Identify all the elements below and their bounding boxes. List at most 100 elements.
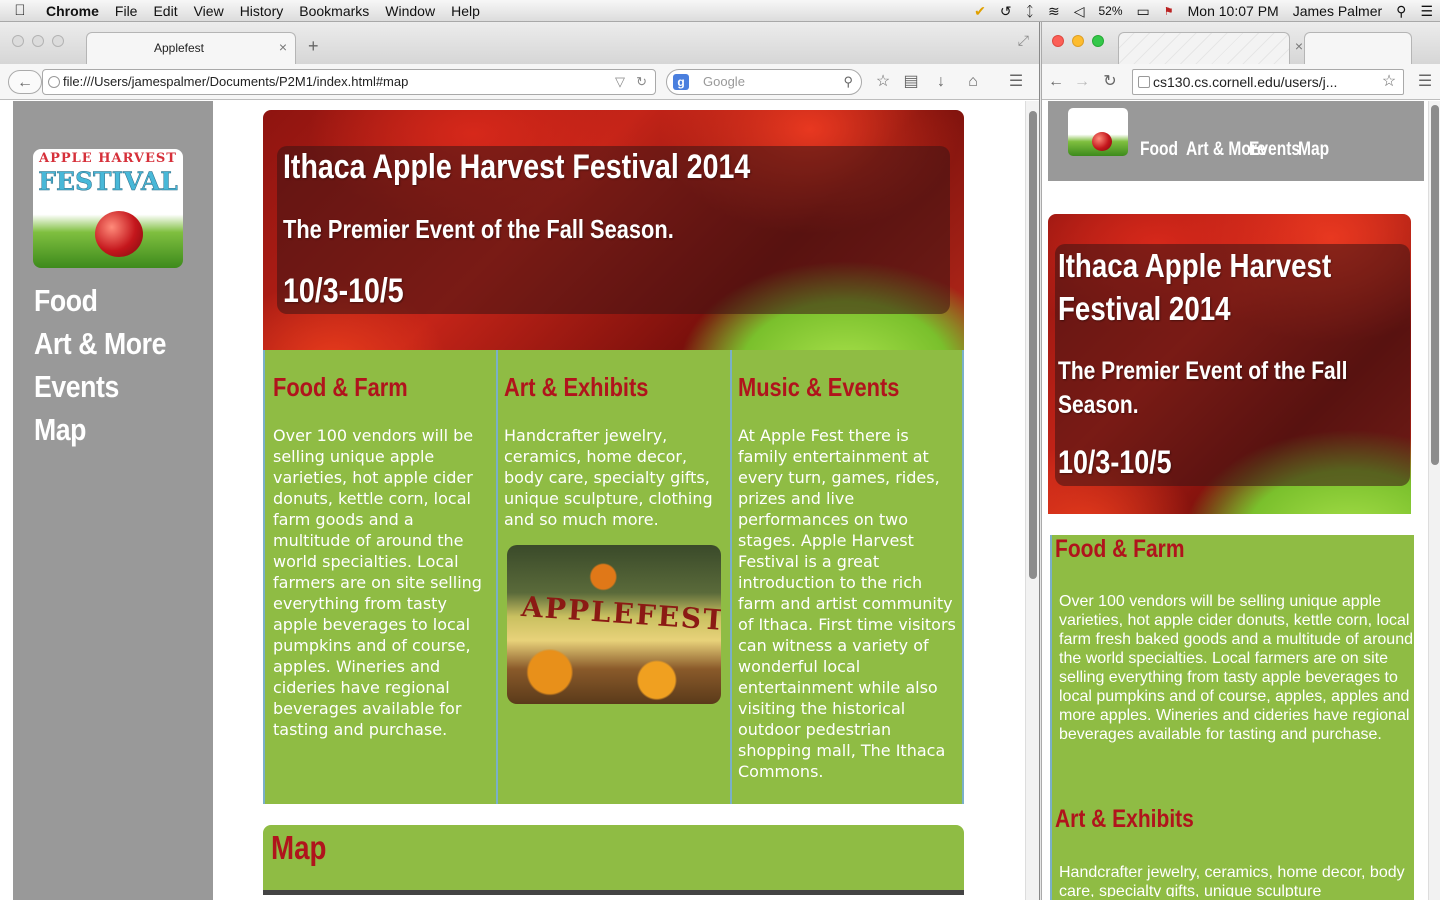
- menu-bookmarks[interactable]: Bookmarks: [291, 3, 377, 19]
- menu-file[interactable]: File: [107, 3, 146, 19]
- app-menu[interactable]: Chrome: [40, 3, 107, 19]
- close-tab-icon[interactable]: ×: [279, 39, 287, 55]
- food-farm-heading: Food & Farm: [273, 372, 408, 402]
- battery-percent[interactable]: 52%: [1092, 4, 1130, 18]
- column-music-events: Music & Events At Apple Fest there is fa…: [732, 350, 964, 804]
- hero-banner: Ithaca Apple Harvest Festival 2014 The P…: [263, 110, 964, 350]
- battery-icon[interactable]: ▭: [1130, 3, 1157, 20]
- photo-sign-text: APPLEFEST: [520, 589, 721, 638]
- hero-subtitle: The Premier Event of the Fall Season.: [283, 214, 674, 244]
- hero-title-line-1: Ithaca Apple Harvest: [1058, 247, 1332, 284]
- address-text: cs130.cs.cornell.edu/users/j...: [1153, 74, 1338, 90]
- nav-food[interactable]: Food: [34, 283, 98, 319]
- tab-applefest[interactable]: Applefest ×: [86, 32, 296, 64]
- right-browser-window: × ← → ↻ cs130.cs.cornell.edu/users/j... …: [1041, 22, 1440, 900]
- bookmark-star-icon[interactable]: ☆: [1378, 70, 1400, 94]
- hero-subtitle-line-2: Season.: [1058, 391, 1139, 419]
- minimize-window-button[interactable]: [32, 35, 44, 47]
- zoom-window-button[interactable]: [52, 35, 64, 47]
- hero-title: Ithaca Apple Harvest Festival 2014: [1058, 244, 1331, 330]
- user-name[interactable]: James Palmer: [1286, 3, 1389, 19]
- nav-events[interactable]: Events: [1249, 139, 1300, 161]
- art-exhibits-text: Handcrafter jewelry, ceramics, home deco…: [1059, 864, 1405, 897]
- close-tab-icon[interactable]: ×: [1295, 38, 1303, 54]
- downloads-icon[interactable]: ↓: [930, 70, 952, 94]
- mobile-header: Food Food Art & More Events Map: [1048, 101, 1424, 181]
- hero-title-line-2: Festival 2014: [1058, 290, 1231, 327]
- address-bar[interactable]: file:///Users/jamespalmer/Documents/P2M1…: [42, 69, 656, 95]
- nav-map[interactable]: Map: [34, 412, 86, 448]
- fullscreen-icon[interactable]: ⤢: [1018, 32, 1029, 49]
- map-section: Map: [263, 825, 964, 895]
- hero-subtitle: The Premier Event of the Fall Season.: [1058, 354, 1347, 422]
- close-window-button[interactable]: [12, 35, 24, 47]
- right-scrollbar[interactable]: [1428, 101, 1440, 900]
- apple-image: [95, 211, 143, 257]
- back-button[interactable]: ←: [1046, 70, 1066, 94]
- art-exhibits-heading: Art & Exhibits: [504, 372, 649, 402]
- page-icon: [48, 76, 60, 88]
- zoom-window-button[interactable]: [1092, 35, 1104, 47]
- menu-help[interactable]: Help: [443, 3, 488, 19]
- history-dropdown-icon[interactable]: ▽: [615, 70, 625, 94]
- menu-edit[interactable]: Edit: [145, 3, 185, 19]
- apple-menu-icon[interactable]: : [0, 2, 40, 19]
- search-icon[interactable]: ⚲: [843, 70, 853, 94]
- left-toolbar: ← file:///Users/jamespalmer/Documents/P2…: [0, 64, 1039, 100]
- tab-current[interactable]: ×: [1118, 32, 1303, 64]
- hero-dates: 10/3-10/5: [1058, 444, 1172, 480]
- spotlight-icon[interactable]: ⚲: [1389, 3, 1413, 20]
- nav-food[interactable]: Food: [1140, 139, 1178, 161]
- menu-icon[interactable]: ☰: [1004, 70, 1028, 94]
- search-box[interactable]: g Google ⚲: [666, 69, 862, 95]
- address-bar[interactable]: cs130.cs.cornell.edu/users/j...: [1132, 69, 1404, 95]
- norton-check-icon[interactable]: ✔: [967, 3, 993, 20]
- clock[interactable]: Mon 10:07 PM: [1181, 3, 1286, 19]
- bookmark-star-icon[interactable]: ☆: [872, 70, 894, 94]
- nav-map[interactable]: Map: [1298, 139, 1329, 161]
- reload-icon[interactable]: ↻: [636, 70, 647, 94]
- column-art-exhibits: Art & Exhibits Handcrafter jewelry, cera…: [498, 350, 732, 804]
- reload-button[interactable]: ↻: [1100, 70, 1120, 94]
- logo-line-1: APPLE HARVEST: [39, 151, 177, 166]
- close-window-button[interactable]: [1052, 35, 1064, 47]
- music-events-text: At Apple Fest there is family entertainm…: [738, 426, 956, 781]
- menu-window[interactable]: Window: [377, 3, 443, 19]
- nav-art-more[interactable]: Art & More: [34, 326, 166, 362]
- food-farm-heading: Food & Farm: [1055, 535, 1185, 563]
- menu-view[interactable]: View: [186, 3, 232, 19]
- minimize-window-button[interactable]: [1072, 35, 1084, 47]
- festival-logo[interactable]: Food: [1068, 108, 1128, 156]
- chrome-menu-icon[interactable]: ☰: [1414, 70, 1436, 94]
- nav-events[interactable]: Events: [34, 369, 119, 405]
- reading-list-icon[interactable]: ▤: [900, 70, 922, 94]
- left-scrollbar[interactable]: [1025, 101, 1039, 900]
- festival-logo[interactable]: APPLE HARVEST FESTIVAL: [33, 149, 183, 268]
- flag-icon[interactable]: ⚑: [1157, 5, 1181, 18]
- menu-history[interactable]: History: [232, 3, 292, 19]
- back-button[interactable]: ←: [8, 70, 42, 94]
- content-green-section: Food & Farm Over 100 vendors will be sel…: [1050, 535, 1414, 900]
- time-machine-icon[interactable]: ↺: [993, 3, 1019, 20]
- tab-blank[interactable]: [1304, 32, 1412, 64]
- home-icon[interactable]: ⌂: [962, 70, 984, 94]
- forward-button[interactable]: →: [1072, 70, 1092, 94]
- wifi-icon[interactable]: ≋: [1041, 3, 1067, 20]
- column-food-farm: Food & Farm Over 100 vendors will be sel…: [263, 350, 498, 804]
- hero-dates: 10/3-10/5: [283, 272, 404, 310]
- bluetooth-icon[interactable]: ᛨ: [1019, 3, 1041, 19]
- hero-title: Ithaca Apple Harvest Festival 2014: [283, 148, 751, 186]
- art-exhibits-heading: Art & Exhibits: [1055, 805, 1194, 833]
- new-tab-button[interactable]: +: [308, 36, 319, 57]
- menu-bar:  Chrome File Edit View History Bookmark…: [0, 0, 1440, 22]
- google-icon: g: [673, 74, 689, 90]
- volume-icon[interactable]: ◁: [1067, 3, 1092, 20]
- left-browser-window: Applefest × + ⤢ ← file:///Users/jamespal…: [0, 22, 1040, 900]
- map-heading: Map: [271, 829, 327, 866]
- music-events-heading: Music & Events: [738, 372, 900, 402]
- applefest-photo: APPLEFEST: [507, 545, 721, 704]
- right-toolbar: ← → ↻ cs130.cs.cornell.edu/users/j... ☆ …: [1042, 64, 1440, 100]
- left-scroll-thumb[interactable]: [1029, 111, 1037, 579]
- notification-center-icon[interactable]: ☰: [1413, 3, 1440, 20]
- right-scroll-thumb[interactable]: [1431, 105, 1439, 465]
